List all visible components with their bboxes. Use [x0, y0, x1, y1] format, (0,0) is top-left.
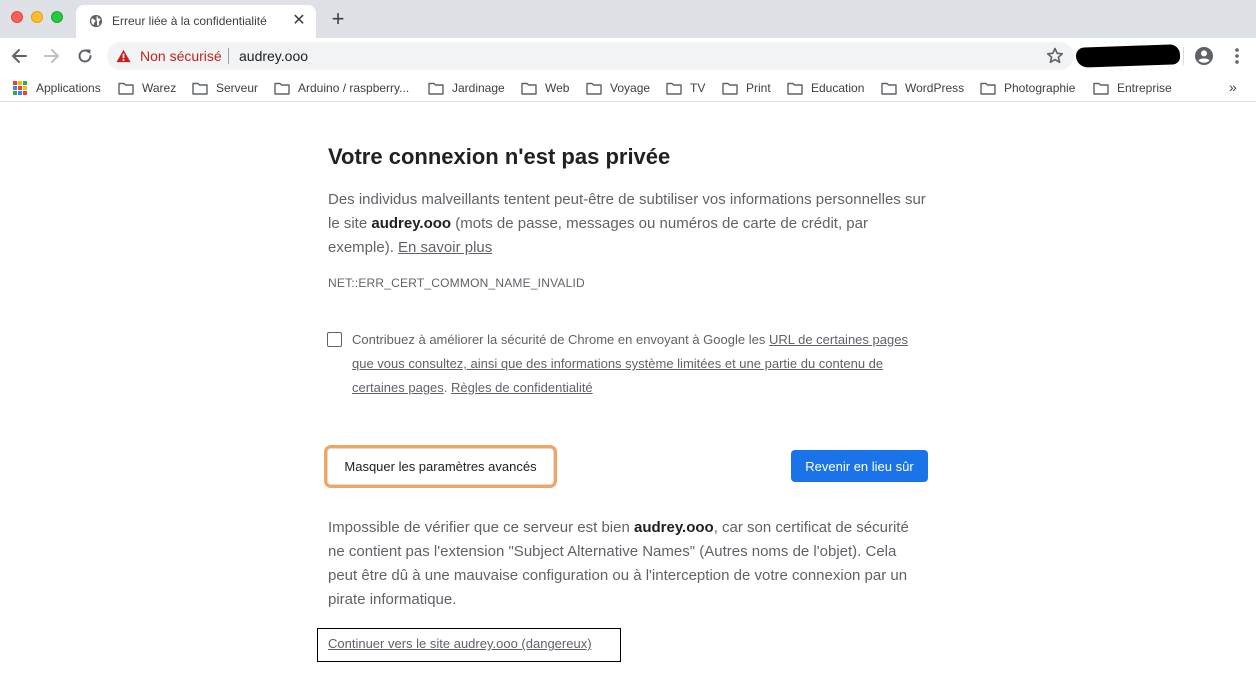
bookmark-label: Print — [746, 81, 771, 95]
folder-icon — [722, 82, 738, 95]
url-text[interactable]: audrey.ooo — [239, 48, 308, 64]
toolbar-divider — [1183, 47, 1184, 65]
optin-text-middle: . — [443, 380, 452, 395]
optin-text-start: Contribuez à améliorer la sécurité de Ch… — [352, 332, 769, 347]
bookmark-label: Education — [811, 81, 865, 95]
bookmark-folder-tv[interactable]: TV — [666, 79, 705, 97]
bookmark-label: TV — [690, 81, 706, 95]
page-title: Votre connexion n'est pas privée — [328, 144, 671, 169]
toolbar: Non sécurisé audrey.ooo — [0, 38, 1256, 74]
reload-button[interactable] — [74, 45, 96, 67]
close-tab-icon[interactable]: ✕ — [290, 12, 308, 30]
bookmark-label: WordPress — [905, 81, 965, 95]
back-to-safety-button[interactable]: Revenir en lieu sûr — [791, 450, 928, 482]
address-divider — [228, 48, 229, 64]
folder-icon — [1093, 82, 1109, 95]
minimize-window-button[interactable] — [31, 11, 43, 23]
bookmark-folder-warez[interactable]: Warez — [118, 79, 176, 97]
account-circle-icon[interactable] — [1193, 45, 1215, 67]
apps-grid-icon — [13, 81, 27, 95]
bookmark-folder-entreprise[interactable]: Entreprise — [1093, 79, 1172, 97]
maximize-window-button[interactable] — [51, 11, 63, 23]
learn-more-link[interactable]: En savoir plus — [398, 239, 492, 256]
folder-icon — [980, 82, 996, 95]
globe-icon — [89, 14, 103, 28]
new-tab-button[interactable]: + — [327, 8, 349, 31]
bookmark-folder-jardinage[interactable]: Jardinage — [428, 79, 505, 97]
bookmark-label: Photographie — [1004, 81, 1076, 95]
bookmark-folder-photographie[interactable]: Photographie — [980, 79, 1075, 97]
bookmark-label: Serveur — [216, 81, 259, 95]
back-button[interactable] — [8, 45, 30, 67]
security-status[interactable]: Non sécurisé — [140, 48, 222, 64]
folder-icon — [787, 82, 803, 95]
folder-icon — [118, 82, 134, 95]
tab-title: Erreur liée à la confidentialité — [112, 14, 267, 28]
intro-paragraph: Des individus malveillants tentent peut-… — [328, 188, 928, 260]
bookmark-label: Arduino / raspberry... — [298, 81, 410, 95]
bookmark-label: Applications — [36, 81, 101, 95]
details-paragraph: Impossible de vérifier que ce serveur es… — [328, 516, 928, 612]
folder-icon — [521, 82, 537, 95]
bookmarks-bar: Applications Warez Serveur Arduino / ras… — [0, 74, 1256, 102]
bookmark-label: Warez — [142, 81, 177, 95]
bookmark-folder-web[interactable]: Web — [521, 79, 569, 97]
folder-icon — [666, 82, 682, 95]
active-tab[interactable]: Erreur liée à la confidentialité ✕ — [76, 5, 316, 38]
bookmark-apps[interactable]: Applications — [13, 79, 101, 97]
error-code: NET::ERR_CERT_COMMON_NAME_INVALID — [328, 276, 585, 290]
site-name: audrey.ooo — [371, 215, 452, 232]
folder-icon — [586, 82, 602, 95]
folder-icon — [428, 82, 444, 95]
bookmark-label: Voyage — [610, 81, 651, 95]
bookmark-label: Entreprise — [1117, 81, 1172, 95]
folder-icon — [881, 82, 897, 95]
address-bar[interactable]: Non sécurisé audrey.ooo — [107, 42, 1074, 70]
details-text-start: Impossible de vérifier que ce serveur es… — [328, 519, 634, 536]
bookmark-label: Web — [545, 81, 570, 95]
privacy-policy-link[interactable]: Règles de confidentialité — [451, 380, 593, 395]
redacted-extension-area — [1075, 44, 1181, 68]
folder-icon — [274, 82, 290, 95]
reload-icon — [78, 49, 92, 63]
optin-label: Contribuez à améliorer la sécurité de Ch… — [352, 328, 932, 400]
bookmark-folder-voyage[interactable]: Voyage — [586, 79, 650, 97]
more-vertical-icon[interactable] — [1228, 45, 1246, 67]
bookmark-folder-education[interactable]: Education — [787, 79, 864, 97]
star-icon[interactable] — [1045, 46, 1065, 66]
folder-icon — [192, 82, 208, 95]
report-optin-checkbox[interactable] — [327, 332, 342, 347]
proceed-unsafe-link[interactable]: Continuer vers le site audrey.ooo (dange… — [328, 636, 592, 651]
hide-advanced-button[interactable]: Masquer les paramètres avancés — [327, 448, 554, 485]
bookmark-label: Jardinage — [452, 81, 505, 95]
bookmark-folder-arduino[interactable]: Arduino / raspberry... — [274, 79, 409, 97]
tab-strip: Erreur liée à la confidentialité ✕ + — [0, 0, 1256, 38]
warning-triangle-icon[interactable] — [116, 49, 131, 63]
more-bookmarks-button[interactable]: » — [1229, 79, 1237, 95]
bookmark-folder-serveur[interactable]: Serveur — [192, 79, 258, 97]
arrow-right-icon — [44, 49, 59, 63]
arrow-left-icon — [12, 49, 27, 63]
bookmark-folder-print[interactable]: Print — [722, 79, 771, 97]
close-window-button[interactable] — [11, 11, 23, 23]
site-name: audrey.ooo — [633, 519, 714, 536]
bookmark-folder-wordpress[interactable]: WordPress — [881, 79, 964, 97]
forward-button[interactable] — [41, 45, 63, 67]
